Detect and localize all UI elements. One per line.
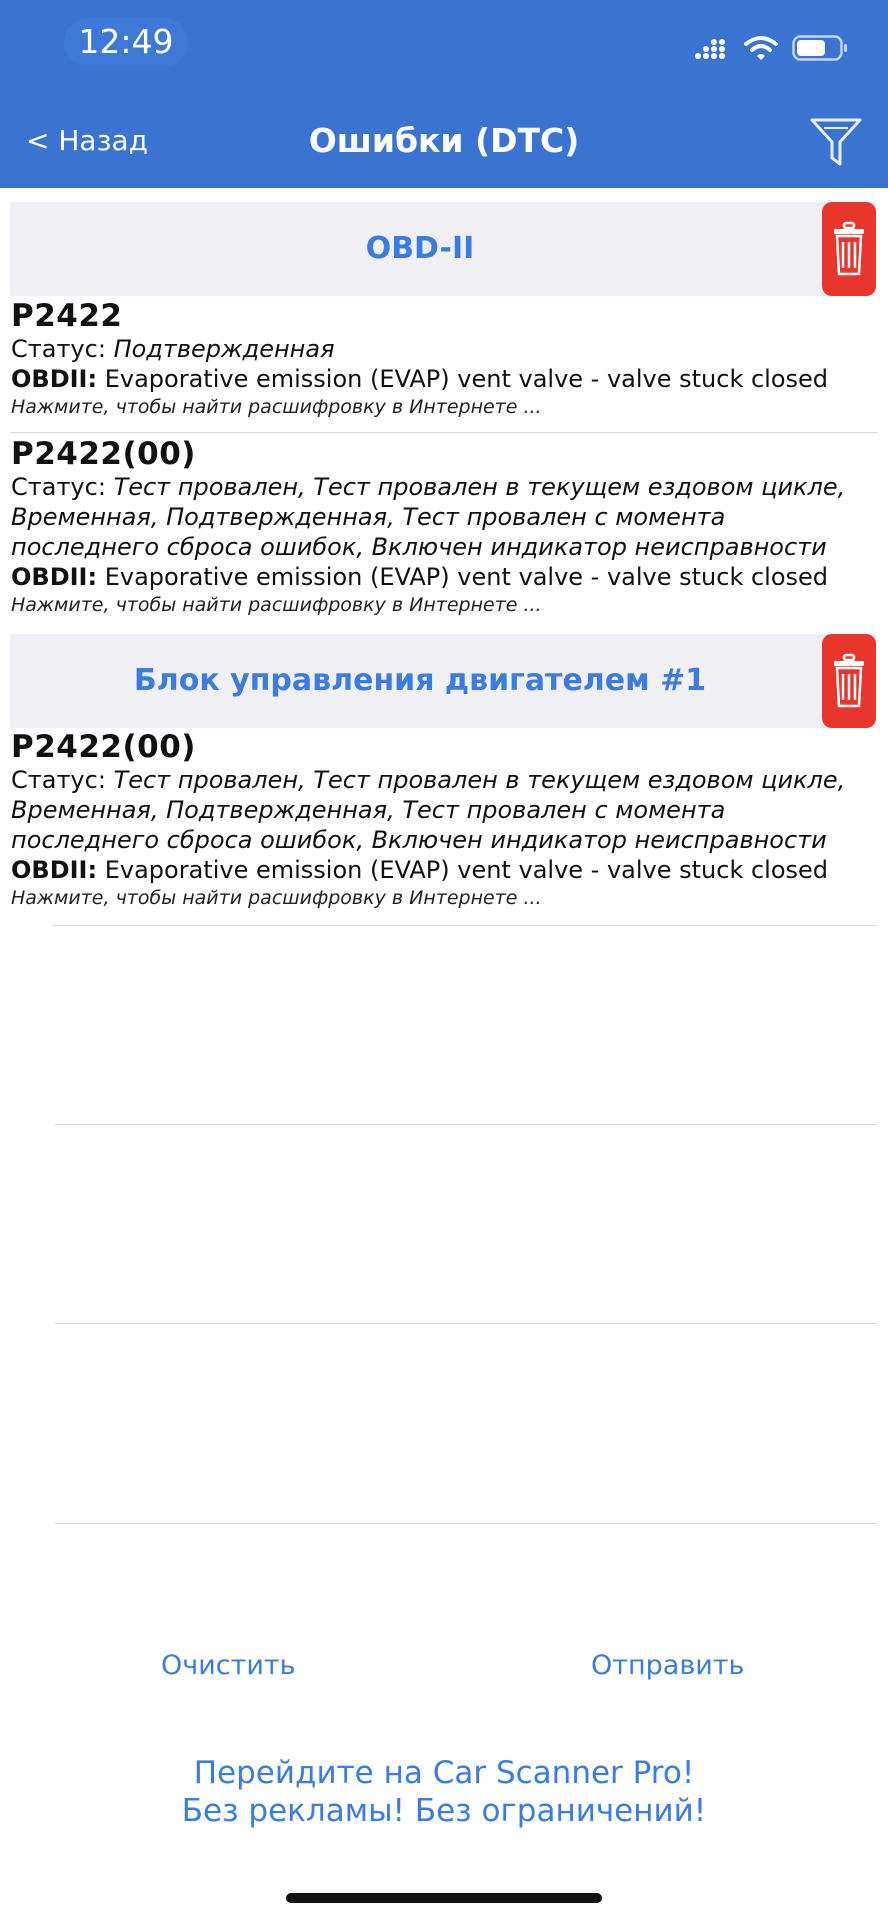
- status-label: Статус:: [11, 335, 106, 363]
- search-hint-link[interactable]: Нажмите, чтобы найти расшифровку в Интер…: [11, 394, 877, 420]
- description-line: OBDII: Evaporative emission (EVAP) vent …: [11, 364, 877, 394]
- delete-button[interactable]: [822, 202, 876, 296]
- obd-label: OBDII:: [11, 856, 98, 884]
- divider: [54, 1323, 877, 1324]
- section-header-ecu[interactable]: Блок управления двигателем #1: [10, 634, 876, 728]
- dtc-description: Evaporative emission (EVAP) vent valve -…: [104, 563, 829, 591]
- wifi-icon: [744, 35, 778, 61]
- trash-icon: [834, 221, 864, 276]
- status-value: последнего сброса ошибок, Включен индика…: [11, 826, 827, 854]
- status-value: Подтвержденная: [113, 335, 335, 363]
- dtc-description: Evaporative emission (EVAP) vent valve -…: [104, 856, 829, 884]
- home-indicator[interactable]: [286, 1893, 602, 1903]
- delete-button[interactable]: [822, 634, 876, 728]
- dtc-code: P2422(00): [11, 729, 196, 765]
- promo-line-2: Без рекламы! Без ограничений!: [181, 1793, 707, 1829]
- obd-label: OBDII:: [11, 365, 98, 393]
- status-value: последнего сброса ошибок, Включен индика…: [11, 533, 827, 561]
- divider: [54, 925, 877, 926]
- status-value: Тест провален, Тест провален в текущем е…: [113, 473, 846, 501]
- description-line: OBDII: Evaporative emission (EVAP) vent …: [11, 855, 877, 885]
- status-line-cont: последнего сброса ошибок, Включен индика…: [11, 825, 877, 855]
- obd-label: OBDII:: [11, 563, 98, 591]
- dtc-item[interactable]: P2422(00) Статус: Тест провален, Тест пр…: [11, 729, 877, 911]
- status-label: Статус:: [11, 473, 106, 501]
- signal-icon: [694, 36, 730, 60]
- status-line-cont: Временная, Подтвержденная, Тест провален…: [11, 795, 877, 825]
- divider: [11, 432, 877, 433]
- search-hint-link[interactable]: Нажмите, чтобы найти расшифровку в Интер…: [11, 885, 877, 911]
- nav-bar: 12:49 < Назад Ошибки (DTC): [0, 0, 888, 188]
- status-line: Статус: Подтвержденная: [11, 334, 877, 364]
- dtc-description: Evaporative emission (EVAP) vent valve -…: [104, 365, 829, 393]
- section-title: Блок управления двигателем #1: [133, 663, 707, 698]
- status-value: Временная, Подтвержденная, Тест провален…: [11, 796, 726, 824]
- divider: [54, 1124, 877, 1125]
- dtc-item[interactable]: P2422(00) Статус: Тест провален, Тест пр…: [11, 436, 877, 618]
- filter-icon[interactable]: [808, 114, 864, 170]
- status-icons: [694, 28, 848, 68]
- status-label: Статус:: [11, 766, 106, 794]
- section-title: OBD-II: [365, 231, 475, 266]
- clear-button[interactable]: Очистить: [161, 1646, 296, 1686]
- send-button[interactable]: Отправить: [591, 1646, 744, 1686]
- status-line-cont: последнего сброса ошибок, Включен индика…: [11, 532, 877, 562]
- upgrade-promo-link[interactable]: Перейдите на Car Scanner Pro! Без реклам…: [0, 1754, 888, 1830]
- status-value: Тест провален, Тест провален в текущем е…: [113, 766, 846, 794]
- promo-line-1: Перейдите на Car Scanner Pro!: [193, 1755, 695, 1791]
- section-header-obd2[interactable]: OBD-II: [10, 202, 876, 296]
- trash-icon: [834, 653, 864, 708]
- divider: [54, 1523, 877, 1524]
- status-time: 12:49: [64, 18, 188, 66]
- status-line: Статус: Тест провален, Тест провален в т…: [11, 765, 877, 795]
- status-line-cont: Временная, Подтвержденная, Тест провален…: [11, 502, 877, 532]
- dtc-code: P2422(00): [11, 436, 196, 472]
- status-value: Временная, Подтвержденная, Тест провален…: [11, 503, 726, 531]
- search-hint-link[interactable]: Нажмите, чтобы найти расшифровку в Интер…: [11, 592, 877, 618]
- dtc-item[interactable]: P2422 Статус: Подтвержденная OBDII: Evap…: [11, 298, 877, 420]
- description-line: OBDII: Evaporative emission (EVAP) vent …: [11, 562, 877, 592]
- status-line: Статус: Тест провален, Тест провален в т…: [11, 472, 877, 502]
- battery-icon: [792, 34, 848, 62]
- dtc-code: P2422: [11, 298, 123, 334]
- back-button[interactable]: < Назад: [26, 122, 148, 160]
